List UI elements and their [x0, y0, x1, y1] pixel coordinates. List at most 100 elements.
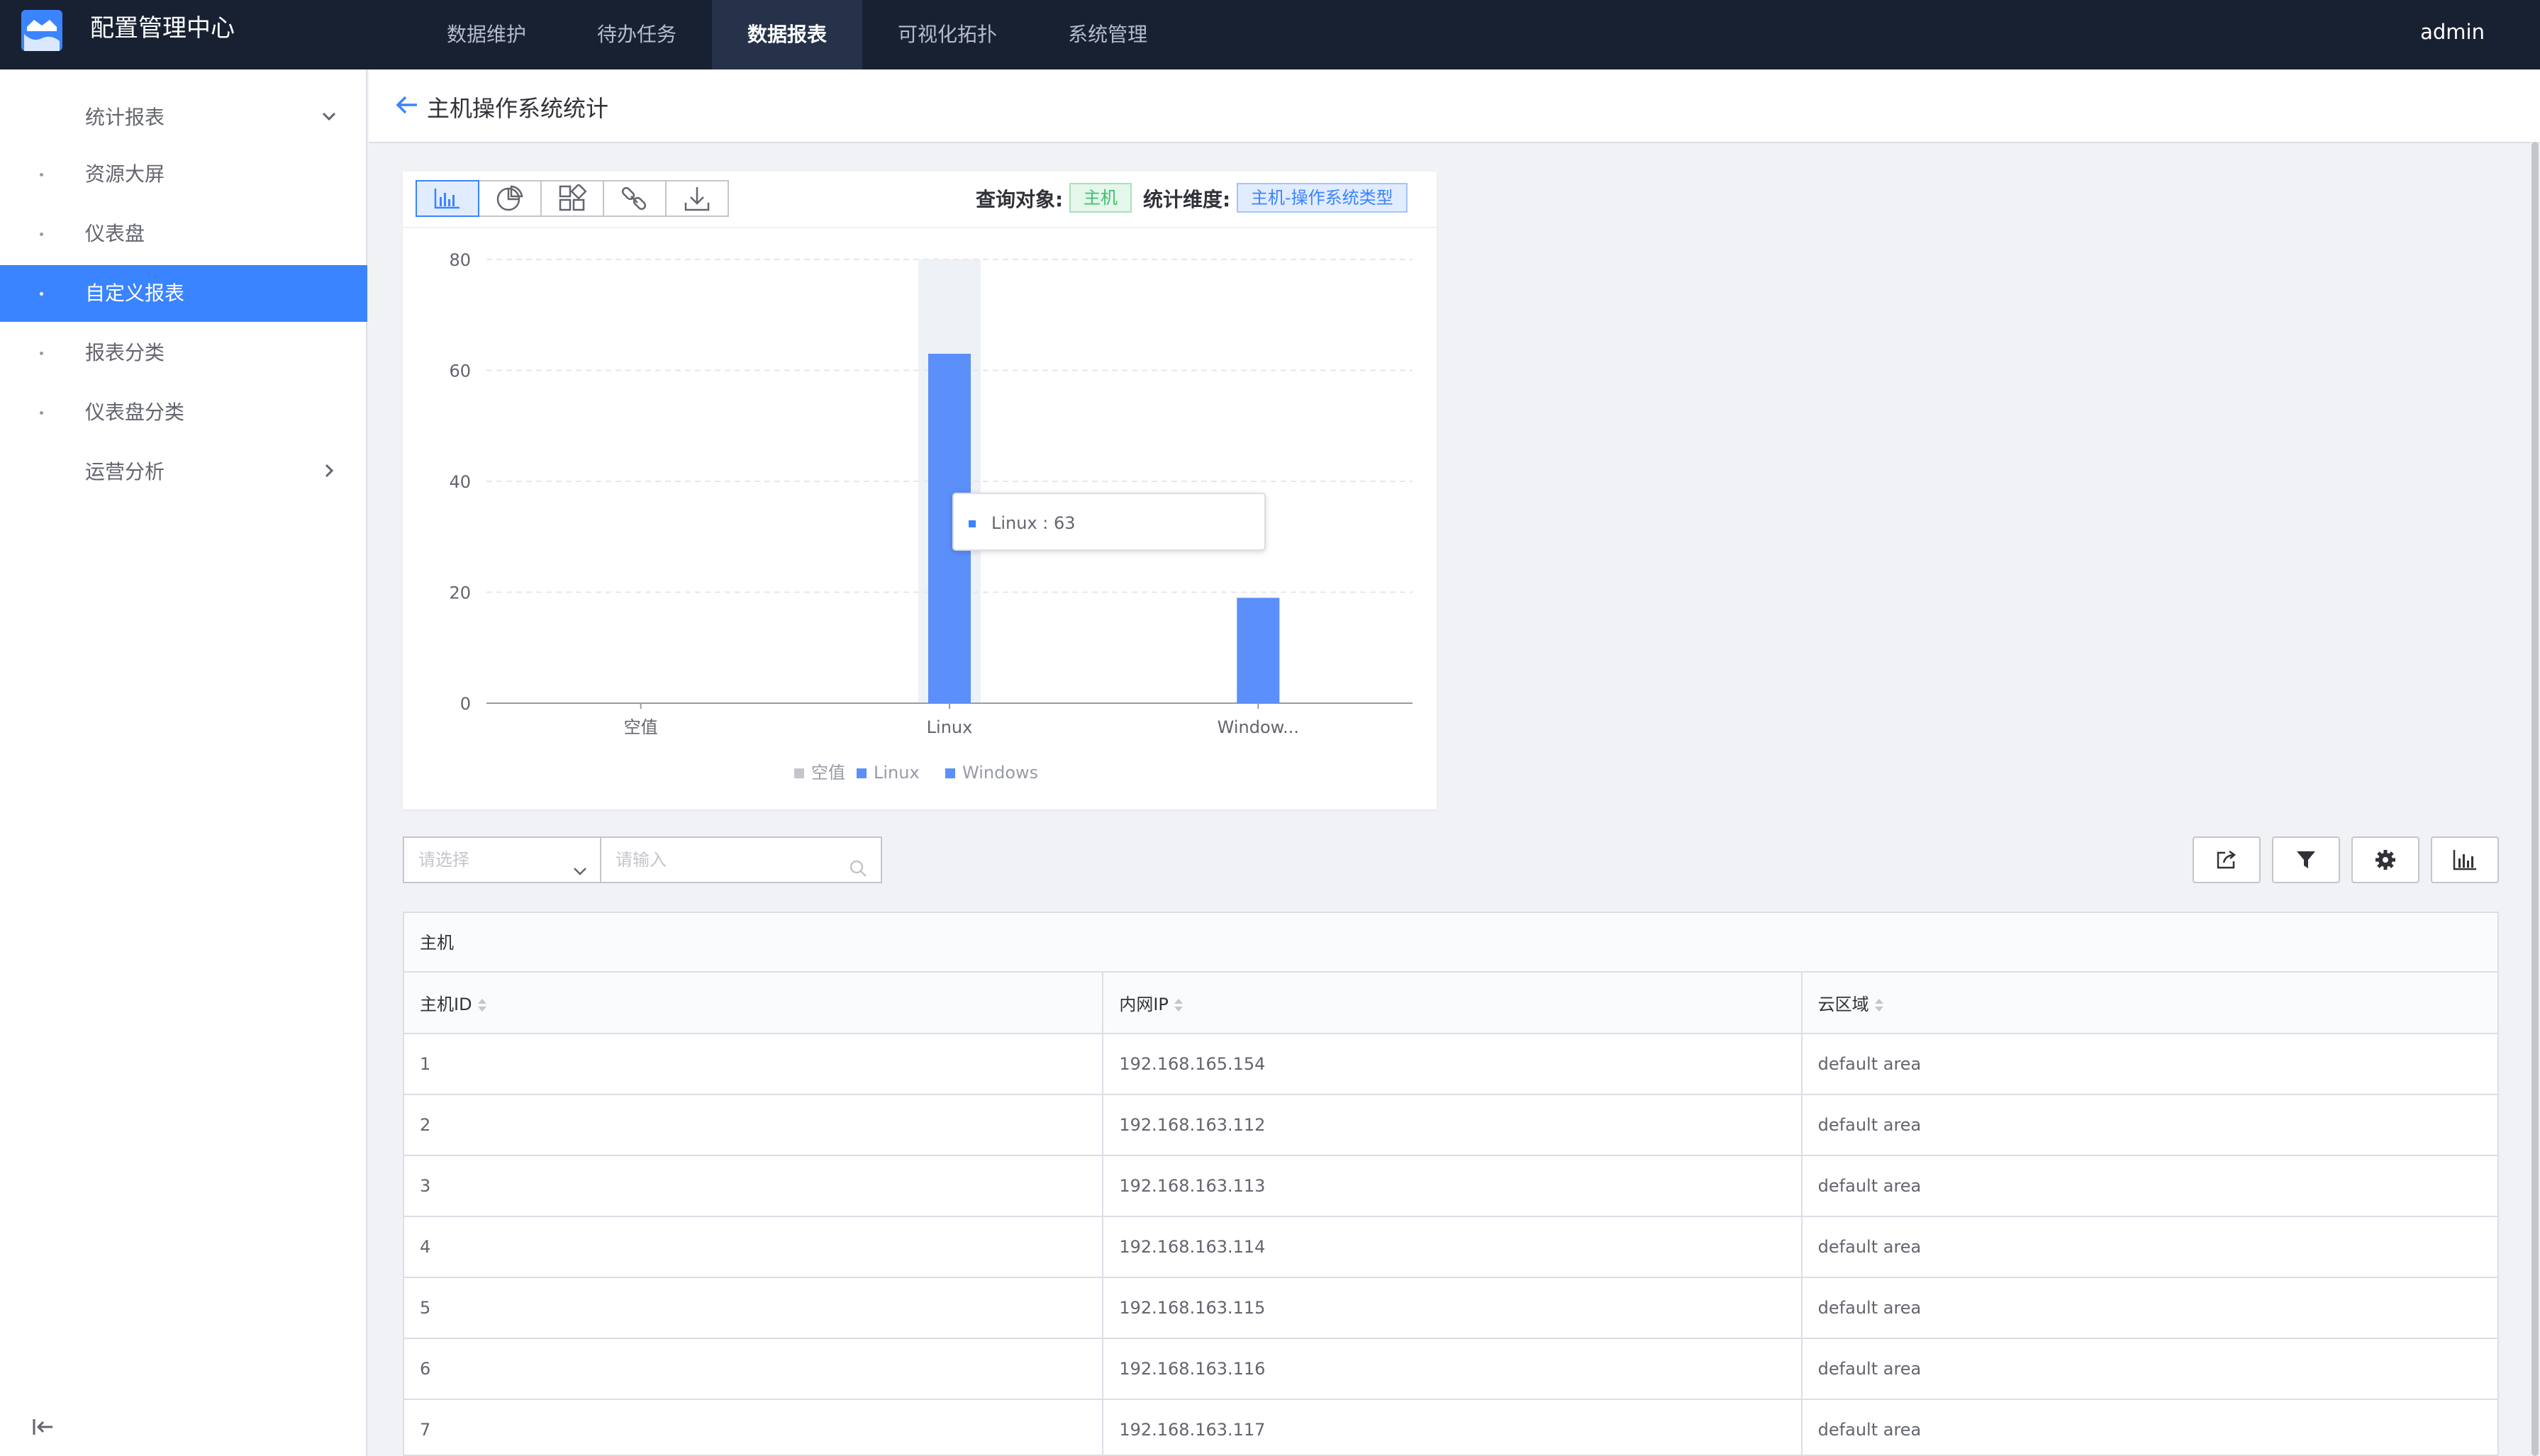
cell-cloud-area: default area	[1801, 1338, 2497, 1400]
nav-item-system[interactable]: 系统管理	[1032, 0, 1183, 69]
search-icon[interactable]	[848, 851, 868, 877]
sidebar-group-stat-reports[interactable]: 统计报表	[0, 89, 367, 146]
bar-windows	[1237, 598, 1280, 703]
chart-toggle-button[interactable]	[2431, 836, 2499, 883]
table-row[interactable]: 1 192.168.165.154 default area	[404, 1034, 2497, 1095]
filter-select-placeholder: 请选择	[418, 850, 469, 870]
cell-inner-ip: 192.168.163.113	[1103, 1155, 1803, 1217]
bullet-icon	[40, 411, 43, 415]
column-header-cloud-area[interactable]: 云区域	[1801, 973, 2497, 1034]
cell-inner-ip: 192.168.163.112	[1103, 1094, 1803, 1156]
column-header-label: 主机ID	[420, 995, 472, 1014]
nav-item-topology[interactable]: 可视化拓扑	[862, 0, 1032, 69]
cell-cloud-area: default area	[1801, 1094, 2497, 1156]
cell-inner-ip: 192.168.165.154	[1103, 1034, 1803, 1095]
user-menu[interactable]: admin	[2420, 20, 2485, 44]
table-row[interactable]: 3 192.168.163.113 default area	[404, 1155, 2497, 1217]
legend-label: 空值	[811, 763, 845, 783]
y-tick-label: 0	[460, 694, 471, 714]
sidebar-item-resource-screen[interactable]: 资源大屏	[0, 146, 367, 203]
cell-host-id: 4	[404, 1216, 1104, 1278]
sidebar-item-dashboard[interactable]: 仪表盘	[0, 206, 367, 262]
cell-cloud-area: default area	[1801, 1399, 2497, 1455]
cell-host-id: 1	[404, 1034, 1104, 1095]
y-tick-label: 20	[449, 583, 471, 603]
sidebar-item-label: 报表分类	[85, 341, 165, 364]
cell-cloud-area: default area	[1801, 1216, 2497, 1278]
chart-card: 查询对象: 主机 统计维度: 主机-操作系统类型 0 20 40 60 80 空值 Linu…	[403, 172, 1437, 810]
bar-chart: 0 20 40 60 80 空值 Linux Window... 空值 Linux Windows L…	[449, 250, 1413, 783]
sort-icon	[477, 999, 486, 1012]
cell-cloud-area: default area	[1801, 1155, 2497, 1217]
chart-tooltip: Linux : 63	[952, 493, 1266, 551]
nav-item-todo[interactable]: 待办任务	[562, 0, 712, 69]
x-tick-label: Window...	[1218, 717, 1299, 737]
sidebar-item-label: 自定义报表	[85, 281, 185, 305]
x-tick-label: Linux	[927, 717, 973, 737]
search-input[interactable]: 请输入	[600, 836, 882, 883]
gear-icon	[2375, 850, 2395, 870]
back-arrow-icon[interactable]	[394, 92, 420, 118]
sidebar-item-report-category[interactable]: 报表分类	[0, 325, 367, 381]
sidebar-group-operations[interactable]: 运营分析	[0, 444, 367, 500]
x-tick-label: 空值	[624, 717, 658, 737]
chevron-down-icon	[572, 852, 589, 875]
cell-host-id: 5	[404, 1277, 1104, 1339]
legend-label: Windows	[962, 763, 1038, 783]
table-row[interactable]: 6 192.168.163.116 default area	[404, 1338, 2497, 1400]
tooltip-swatch	[969, 520, 976, 527]
y-tick-label: 60	[449, 362, 471, 381]
cell-inner-ip: 192.168.163.115	[1103, 1277, 1803, 1339]
page-scrollbar[interactable]	[2531, 142, 2539, 1456]
table-caption: 主机	[404, 913, 2497, 973]
app-logo-icon[interactable]	[21, 10, 62, 51]
filter-button[interactable]	[2272, 836, 2340, 883]
sidebar-item-label: 仪表盘	[85, 222, 145, 245]
table-row[interactable]: 7 192.168.163.117 default area	[404, 1399, 2497, 1455]
table-row[interactable]: 5 192.168.163.115 default area	[404, 1277, 2497, 1339]
data-table: 主机 主机ID 内网IP 云区域 1 192.168.165.154 default…	[403, 912, 2499, 1456]
cell-inner-ip: 192.168.163.116	[1103, 1338, 1803, 1400]
cell-host-id: 3	[404, 1155, 1104, 1217]
table-row[interactable]: 4 192.168.163.114 default area	[404, 1216, 2497, 1278]
sidebar-item-custom-report[interactable]: 自定义报表	[0, 265, 367, 322]
nav-item-reports[interactable]: 数据报表	[712, 0, 863, 69]
cell-host-id: 7	[404, 1399, 1104, 1455]
filter-field-select[interactable]: 请选择	[403, 836, 601, 883]
column-header-label: 内网IP	[1119, 995, 1169, 1014]
app-title: 配置管理中心	[90, 14, 235, 43]
cell-cloud-area: default area	[1801, 1277, 2497, 1339]
sidebar-item-label: 仪表盘分类	[85, 401, 185, 424]
legend-label: Linux	[874, 763, 920, 783]
sidebar-group-label: 统计报表	[85, 106, 165, 129]
cell-inner-ip: 192.168.163.117	[1103, 1399, 1803, 1455]
cell-host-id: 2	[404, 1094, 1104, 1156]
main-nav: 数据维护 待办任务 数据报表 可视化拓扑 系统管理	[411, 0, 1183, 69]
bullet-icon	[40, 233, 43, 236]
chevron-right-icon	[319, 444, 339, 522]
column-header-inner-ip[interactable]: 内网IP	[1103, 973, 1803, 1034]
collapse-sidebar-icon[interactable]	[31, 1416, 55, 1438]
search-input-placeholder: 请输入	[615, 850, 667, 870]
column-header-host-id[interactable]: 主机ID	[404, 973, 1104, 1034]
sidebar-group-label: 运营分析	[85, 460, 165, 483]
scrollbar-thumb[interactable]	[2531, 142, 2539, 1456]
sidebar-item-dashboard-category[interactable]: 仪表盘分类	[0, 384, 367, 441]
export-icon	[2217, 850, 2237, 869]
settings-button[interactable]	[2351, 836, 2419, 883]
cell-inner-ip: 192.168.163.114	[1103, 1216, 1803, 1278]
legend-swatch	[794, 768, 804, 778]
cell-host-id: 6	[404, 1338, 1104, 1400]
tooltip-text: Linux : 63	[991, 513, 1076, 533]
column-header-label: 云区域	[1817, 995, 1869, 1014]
bar-chart-button[interactable]	[416, 180, 479, 217]
y-tick-label: 80	[449, 250, 471, 270]
bullet-icon	[40, 352, 43, 355]
sidebar: 统计报表 资源大屏 仪表盘 自定义报表 报表分类 仪表盘分类 运营分析	[0, 69, 367, 1456]
export-button[interactable]	[2193, 836, 2261, 883]
table-row[interactable]: 2 192.168.163.112 default area	[404, 1094, 2497, 1156]
bar-chart-icon	[434, 189, 459, 209]
legend-swatch	[857, 768, 867, 778]
nav-item-data-maintenance[interactable]: 数据维护	[411, 0, 562, 69]
table-header-row: 主机ID 内网IP 云区域	[404, 973, 2497, 1034]
